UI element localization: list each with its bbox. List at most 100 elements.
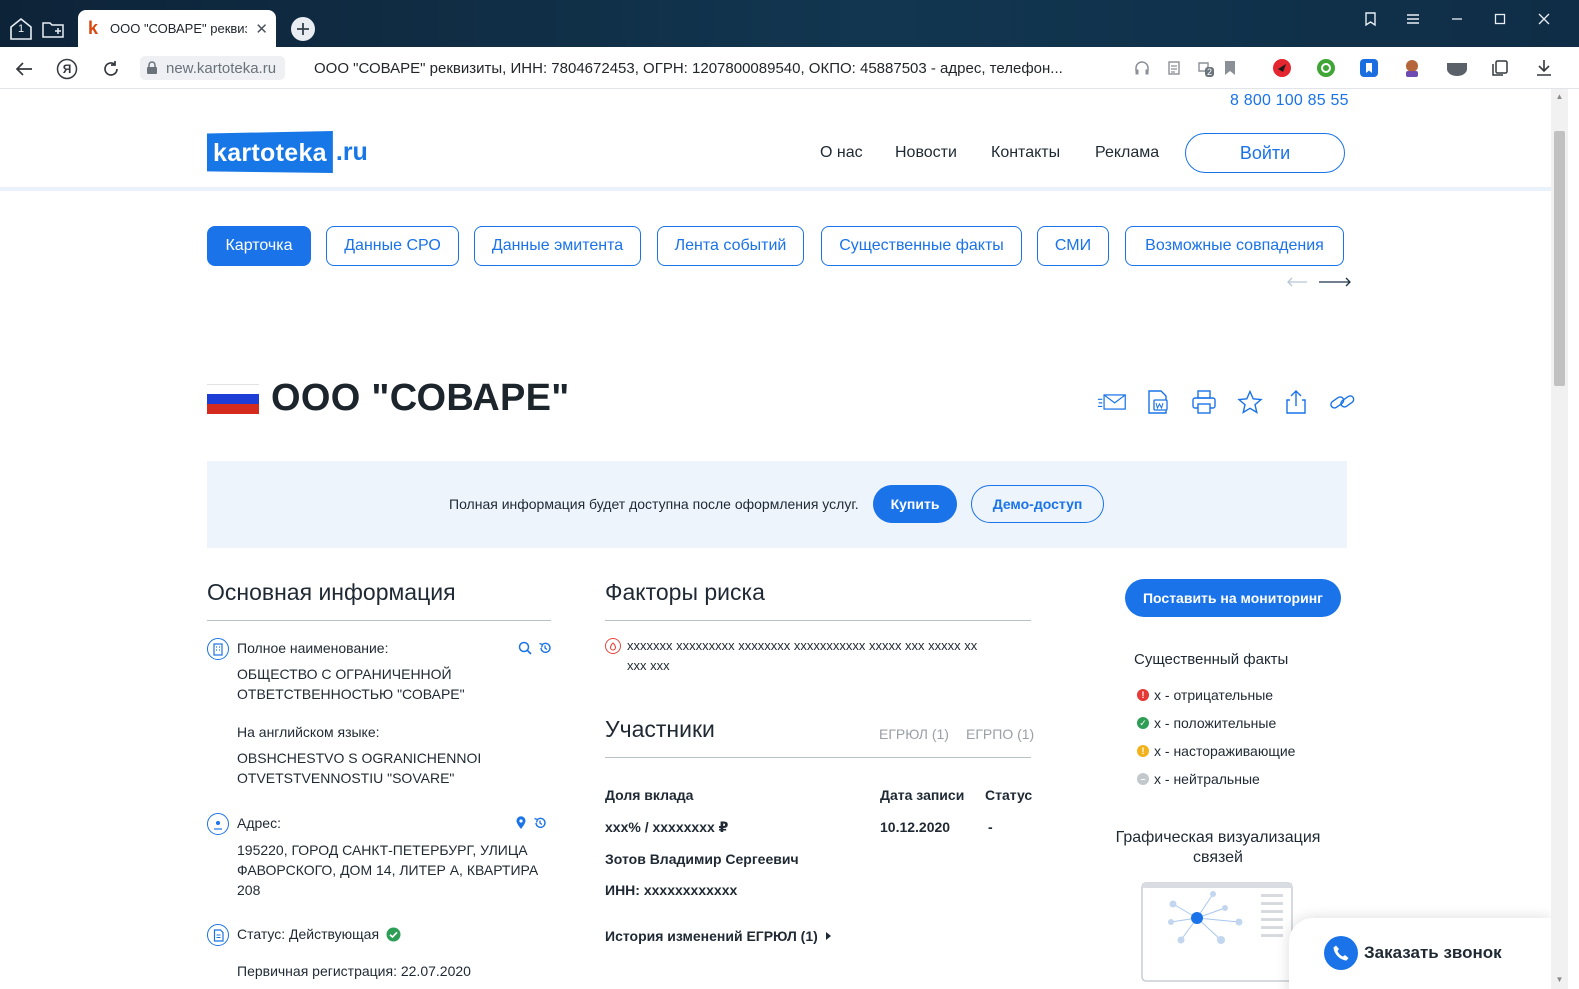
tab-close-icon[interactable]: ✕: [255, 20, 268, 38]
print-button[interactable]: [1189, 388, 1219, 416]
extension-avatar-button[interactable]: [1401, 57, 1423, 79]
reload-icon: [104, 61, 118, 76]
history-link[interactable]: История изменений ЕГРЮЛ (1): [605, 928, 831, 944]
negative-alert-icon: !: [1137, 689, 1149, 701]
history-link-label: История изменений ЕГРЮЛ (1): [605, 928, 818, 944]
neutral-dash-icon: –: [1137, 773, 1149, 785]
tab-facts[interactable]: Существенные факты: [821, 226, 1022, 266]
history-icon[interactable]: [538, 641, 552, 655]
nav-about[interactable]: О нас: [820, 144, 863, 162]
demo-access-button[interactable]: Демо-доступ: [971, 485, 1104, 523]
menu-button[interactable]: [1399, 8, 1427, 30]
col-share-header: Доля вклада: [605, 787, 694, 803]
scroll-up-icon[interactable]: ▲: [1554, 91, 1565, 101]
login-button[interactable]: Войти: [1185, 133, 1345, 173]
tab-counter-button[interactable]: 1: [6, 14, 36, 44]
fact-neutral[interactable]: – x - нейтральные: [1137, 771, 1260, 787]
fact-negative-label: x - отрицательные: [1154, 687, 1274, 703]
fact-positive[interactable]: ✓ x - положительные: [1137, 715, 1276, 731]
tab-media[interactable]: СМИ: [1037, 226, 1109, 266]
browser-tab-active[interactable]: k ООО "СОВАРЕ" реквизиты ✕: [78, 10, 276, 47]
new-tab-button[interactable]: [291, 17, 315, 41]
site-logo[interactable]: kartoteka .ru: [207, 131, 368, 173]
monitor-button[interactable]: Поставить на мониторинг: [1125, 579, 1341, 617]
address-bar: Я new.kartoteka.ru ООО "СОВАРЕ" реквизит…: [0, 47, 1579, 89]
tab-sro[interactable]: Данные СРО: [326, 226, 459, 266]
fact-negative[interactable]: ! x - отрицательные: [1137, 687, 1273, 703]
participants-tab-egrul[interactable]: ЕГРЮЛ (1): [879, 726, 949, 742]
col-status-header: Статус: [985, 787, 1033, 803]
page-scrollbar[interactable]: ▲ ▼: [1551, 89, 1568, 989]
word-export-button[interactable]: [1143, 388, 1173, 416]
tab-matches[interactable]: Возможные совпадения: [1125, 226, 1344, 266]
buy-button[interactable]: Купить: [873, 485, 957, 523]
link-icon: [1330, 395, 1355, 409]
reader-mode-button[interactable]: [1163, 57, 1185, 79]
reader-audio-button[interactable]: [1131, 57, 1153, 79]
main-info-title: Основная информация: [207, 579, 456, 605]
scroll-thumb[interactable]: [1554, 131, 1565, 386]
bookmarks-panel-button[interactable]: [1356, 8, 1384, 30]
downloads-button[interactable]: [1533, 57, 1555, 79]
green-gear-extension-icon: [1317, 59, 1335, 77]
participant-name[interactable]: Зотов Владимир Сергеевич: [605, 851, 799, 867]
nav-contacts[interactable]: Контакты: [991, 144, 1060, 162]
arrow-right-icon[interactable]: [1318, 277, 1352, 287]
participants-tab-egrpo[interactable]: ЕГРПО (1): [966, 726, 1034, 742]
close-window-button[interactable]: [1530, 8, 1558, 30]
tab-events[interactable]: Лента событий: [657, 226, 804, 266]
extension-blue-button[interactable]: [1358, 57, 1380, 79]
plus-icon: [297, 23, 309, 35]
logo-main: kartoteka: [207, 131, 333, 173]
back-button[interactable]: [11, 56, 37, 82]
address-page-title[interactable]: ООО "СОВАРЕ" реквизиты, ИНН: 7804672453,…: [314, 60, 1063, 77]
scroll-down-icon[interactable]: ▼: [1554, 974, 1565, 984]
status-block: Статус: Действующая Первичная регистраци…: [207, 924, 552, 984]
reload-button[interactable]: [98, 56, 124, 82]
protect-badge-button[interactable]: 2: [1194, 57, 1216, 79]
collections-icon: [1492, 60, 1508, 76]
nav-ads[interactable]: Реклама: [1095, 144, 1159, 162]
address-tools: [515, 816, 547, 830]
graph-title-line2: связей: [1193, 849, 1243, 866]
minimize-button[interactable]: [1443, 8, 1471, 30]
bookmark-folder-button[interactable]: [38, 14, 68, 44]
tab-scroll-arrows: [1286, 277, 1352, 287]
extension-red-button[interactable]: [1271, 57, 1293, 79]
extension-green-button[interactable]: [1315, 57, 1337, 79]
copy-link-button[interactable]: [1327, 388, 1357, 416]
nav-news[interactable]: Новости: [895, 144, 957, 162]
col-date-header: Дата записи: [880, 787, 965, 803]
search-icon[interactable]: [518, 641, 532, 655]
yandex-button[interactable]: Я: [54, 56, 80, 82]
protect-badge-count: 2: [1205, 67, 1215, 77]
collections-button[interactable]: [1489, 57, 1511, 79]
extension-dark-button[interactable]: [1446, 57, 1468, 79]
folder-plus-icon: [42, 22, 64, 38]
email-button[interactable]: [1097, 388, 1127, 416]
maximize-button[interactable]: [1486, 8, 1514, 30]
history-icon[interactable]: [533, 816, 547, 830]
fact-warning[interactable]: ! x - настораживающие: [1137, 743, 1295, 759]
dark-shield-extension-icon: [1447, 63, 1467, 76]
logo-suffix: .ru: [335, 138, 368, 166]
bookmark-page-button[interactable]: [1219, 57, 1241, 79]
download-icon: [1537, 60, 1551, 76]
avatar-extension-icon: [1406, 60, 1418, 77]
share-button[interactable]: [1281, 388, 1311, 416]
bookmark-icon: [1225, 61, 1235, 75]
hotline-phone[interactable]: 8 800 100 85 55: [1230, 92, 1349, 110]
favorite-button[interactable]: [1235, 388, 1265, 416]
map-pin-icon[interactable]: [515, 816, 527, 830]
full-name-line2: ОТВЕТСТВЕННОСТЬЮ "СОВАРЕ": [237, 686, 465, 702]
red-bird-extension-icon: [1273, 59, 1291, 77]
address-block: Адрес: 195220, ГОРОД САНКТ-ПЕТЕРБУРГ, УЛ…: [207, 813, 552, 903]
graph-preview-icon[interactable]: [1141, 882, 1293, 982]
share-value: xxx% / xxxxxxxx ₽: [605, 819, 729, 835]
url-domain-chip[interactable]: new.kartoteka.ru: [140, 56, 286, 80]
full-name-block: Полное наименование: ОБЩЕСТВО С ОГРАНИЧЕ…: [207, 638, 552, 708]
callback-widget[interactable]: Заказать звонок: [1289, 918, 1551, 989]
arrow-left-icon[interactable]: [1286, 277, 1308, 287]
tab-emitent[interactable]: Данные эмитента: [474, 226, 641, 266]
tab-card[interactable]: Карточка: [207, 226, 311, 266]
